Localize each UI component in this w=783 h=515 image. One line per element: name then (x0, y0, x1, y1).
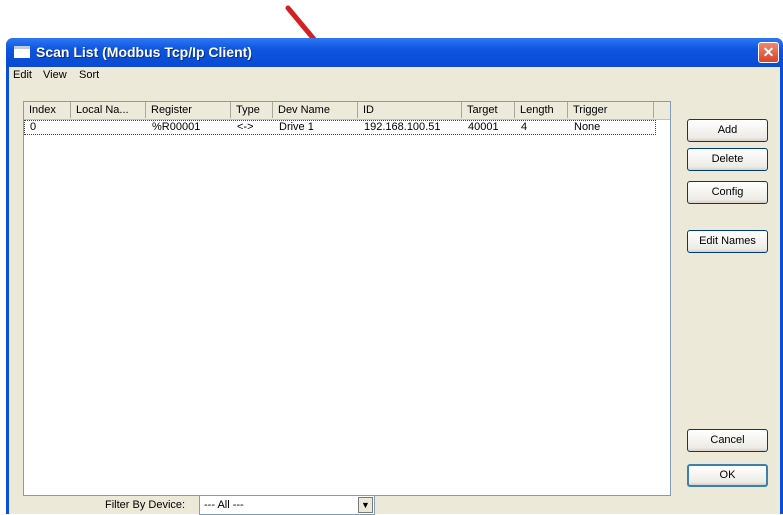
ok-button[interactable]: OK (687, 464, 768, 487)
cell-id: 192.168.100.51 (364, 121, 441, 133)
column-header-length[interactable]: Length (515, 102, 568, 118)
scan-list-window: Scan List (Modbus Tcp/Ip Client) ✕ Edit … (6, 38, 783, 515)
add-button[interactable]: Add (687, 119, 768, 142)
window-title: Scan List (Modbus Tcp/Ip Client) (36, 44, 252, 60)
menu-sort[interactable]: Sort (79, 69, 99, 81)
config-button[interactable]: Config (687, 181, 768, 204)
scan-list-table[interactable]: Index Local Na... Register Type Dev Name… (23, 101, 671, 496)
cancel-button[interactable]: Cancel (687, 429, 768, 452)
title-bar[interactable]: Scan List (Modbus Tcp/Ip Client) ✕ (6, 38, 783, 67)
cell-index: 0 (30, 121, 37, 133)
window-icon (14, 46, 30, 58)
window-client-area: Edit View Sort Index Local Na... Registe… (9, 67, 780, 515)
cell-register: %R00001 (152, 121, 201, 133)
table-header: Index Local Na... Register Type Dev Name… (24, 102, 670, 120)
cell-length: 4 (521, 121, 528, 133)
close-icon[interactable]: ✕ (758, 42, 779, 63)
cell-type: <-> (237, 121, 254, 133)
column-header-dev-name[interactable]: Dev Name (273, 102, 358, 118)
menu-view[interactable]: View (43, 69, 67, 81)
column-header-type[interactable]: Type (231, 102, 273, 118)
column-header-trigger[interactable]: Trigger (568, 102, 654, 118)
edit-names-button[interactable]: Edit Names (687, 230, 768, 253)
dropdown-arrow-icon[interactable]: ▼ (358, 497, 373, 513)
column-header-id[interactable]: ID (358, 102, 462, 118)
menu-bar: Edit View Sort (9, 67, 780, 85)
cell-trigger: None (574, 121, 601, 133)
column-header-target[interactable]: Target (462, 102, 515, 118)
cell-target: 40001 (468, 121, 499, 133)
column-header-register[interactable]: Register (146, 102, 231, 118)
column-header-local-name[interactable]: Local Na... (71, 102, 146, 118)
table-row[interactable]: 0 %R00001 <-> Drive 1 192.168.100.51 400… (24, 120, 656, 135)
cell-dev-name: Drive 1 (279, 121, 314, 133)
menu-edit[interactable]: Edit (13, 69, 32, 81)
filter-selected-value: --- All --- (204, 499, 244, 511)
cell-local-name (72, 121, 147, 134)
column-header-index[interactable]: Index (24, 102, 71, 118)
delete-button[interactable]: Delete (687, 148, 768, 171)
filter-by-device-label: Filter By Device: (105, 499, 186, 511)
filter-by-device-select[interactable]: --- All --- ▼ (199, 495, 375, 515)
